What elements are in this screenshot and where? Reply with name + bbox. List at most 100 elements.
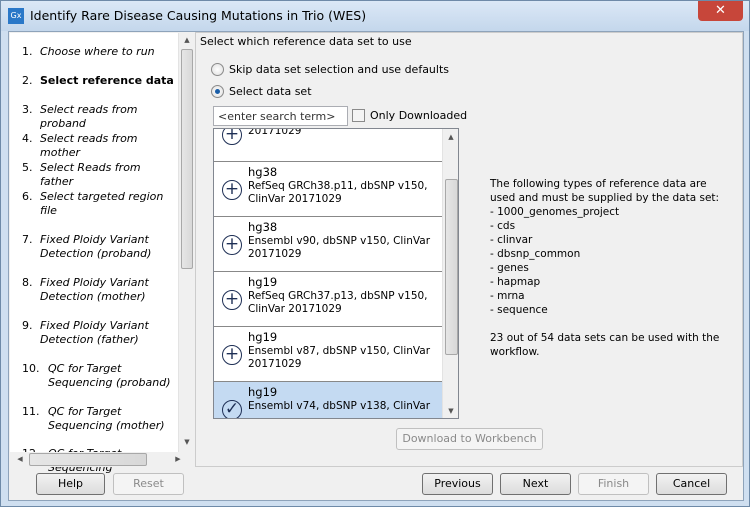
next-button[interactable]: Next [500, 473, 571, 495]
plus-circle-icon: + [222, 129, 242, 145]
step-item[interactable]: 2. Select reference data set [22, 74, 190, 88]
step-label: Choose where to run [40, 45, 155, 58]
scroll-up-arrow[interactable]: ▲ [179, 36, 195, 44]
step-item[interactable]: 6. Select targeted region file [22, 190, 170, 218]
dataset-line2: ClinVar 20171029 [248, 193, 342, 205]
step-label: QC for Target Sequencing (mother) [48, 405, 165, 432]
check-circle-icon: ✓ [222, 400, 242, 418]
only-downloaded-label[interactable]: Only Downloaded [370, 109, 467, 122]
scroll-thumb[interactable] [29, 453, 147, 466]
step-label: Fixed Ploidy Variant Detection (mother) [40, 276, 149, 303]
dataset-item[interactable]: + hg38 Ensembl v90, dbSNP v150, ClinVar 20… [214, 217, 442, 272]
reference-type: - clinvar [490, 234, 533, 246]
scroll-thumb[interactable] [445, 179, 458, 355]
dataset-name: hg38 [248, 165, 278, 179]
dataset-line2: 20171029 [248, 358, 302, 370]
dataset-name: hg19 [248, 330, 278, 344]
step-label: QC for Target Sequencing (proband) [48, 362, 171, 389]
step-item[interactable]: 8. Fixed Ploidy Variant Detection (mother… [22, 276, 170, 304]
dialog-window: Gx Identify Rare Disease Causing Mutatio… [0, 0, 750, 507]
reference-type: - sequence [490, 304, 548, 316]
title-bar: Gx Identify Rare Disease Causing Mutatio… [1, 1, 749, 31]
step-number: 7. [22, 233, 33, 246]
close-button[interactable]: ✕ [698, 1, 743, 21]
step-label: Select reference data set [40, 74, 190, 87]
sidebar-vertical-scrollbar[interactable]: ▲ ▼ [178, 33, 194, 452]
dataset-item[interactable]: + hg19 RefSeq GRCh37.p13, dbSNP v150, Clin… [214, 272, 442, 327]
steps-sidebar: 1. Choose where to run 2. Select reference … [10, 33, 194, 474]
step-number: 5. [22, 161, 33, 174]
help-button[interactable]: Help [36, 473, 105, 495]
dataset-item[interactable]: + Ensembl v91, dbSNP v150, ClinVar201710… [214, 129, 442, 162]
step-label: Select targeted region file [40, 190, 164, 217]
step-label: Select reads from mother [40, 132, 138, 159]
info-count: 23 out of 54 data sets can be used with … [490, 332, 720, 358]
select-dataset-radio-label[interactable]: Select data set [229, 85, 312, 98]
scroll-up-arrow[interactable]: ▲ [443, 133, 458, 141]
step-number: 8. [22, 276, 33, 289]
step-number: 11. [22, 405, 40, 418]
reference-type: - dbsnp_common [490, 248, 581, 260]
section-heading: Select which reference data set to use [200, 35, 412, 48]
step-item[interactable]: 7. Fixed Ploidy Variant Detection (proban… [22, 233, 170, 261]
reset-button[interactable]: Reset [113, 473, 184, 495]
scroll-down-arrow[interactable]: ▼ [443, 407, 458, 415]
scroll-right-arrow[interactable]: ▶ [170, 455, 186, 463]
step-number: 10. [22, 362, 40, 375]
only-downloaded-checkbox[interactable] [352, 109, 365, 122]
reference-type: - hapmap [490, 276, 541, 288]
reference-type: - cds [490, 220, 516, 232]
plus-circle-icon: + [222, 180, 242, 200]
dataset-line1: Ensembl v87, dbSNP v150, ClinVar [248, 344, 431, 357]
dataset-line1: Ensembl v74, dbSNP v138, ClinVar [248, 399, 431, 412]
skip-radio[interactable] [211, 63, 224, 76]
step-label: Fixed Ploidy Variant Detection (proband) [40, 233, 152, 260]
step-number: 2. [22, 74, 33, 87]
step-number: 3. [22, 103, 33, 116]
sidebar-horizontal-scrollbar[interactable]: ◀ ▶ [10, 452, 194, 467]
step-item[interactable]: 9. Fixed Ploidy Variant Detection (father… [22, 319, 170, 347]
scroll-down-arrow[interactable]: ▼ [179, 438, 195, 446]
search-input[interactable]: <enter search term> [213, 106, 348, 126]
dataset-name: hg38 [248, 220, 278, 234]
finish-button[interactable]: Finish [578, 473, 649, 495]
step-item[interactable]: 5. Select Reads from father [22, 161, 170, 189]
previous-button[interactable]: Previous [422, 473, 493, 495]
dataset-item[interactable]: + hg19 Ensembl v87, dbSNP v150, ClinVar 20… [214, 327, 442, 382]
select-dataset-radio[interactable] [211, 85, 224, 98]
dataset-line1: RefSeq GRCh37.p13, dbSNP v150, [248, 289, 428, 302]
list-vertical-scrollbar[interactable]: ▲ ▼ [442, 129, 458, 418]
dataset-line2: ClinVar 20171029 [248, 303, 342, 315]
step-item[interactable]: 11. QC for Target Sequencing (mother) [22, 405, 178, 433]
dataset-item[interactable]: ✓ hg19 Ensembl v74, dbSNP v138, ClinVar [214, 382, 442, 418]
app-icon: Gx [8, 8, 24, 24]
step-number: 4. [22, 132, 33, 145]
step-label: Select Reads from father [40, 161, 141, 188]
reference-type: - genes [490, 262, 529, 274]
step-number: 6. [22, 190, 33, 203]
cancel-button[interactable]: Cancel [656, 473, 727, 495]
reference-type: - 1000_genomes_project [490, 206, 620, 218]
step-item[interactable]: 3. Select reads from proband [22, 103, 170, 131]
download-to-workbench-button[interactable]: Download to Workbench [396, 428, 543, 450]
step-number: 9. [22, 319, 33, 332]
dataset-line1: Ensembl v90, dbSNP v150, ClinVar [248, 234, 431, 247]
dataset-item[interactable]: + hg38 RefSeq GRCh38.p11, dbSNP v150, Clin… [214, 162, 442, 217]
dataset-list: ✓ hg19 Ensembl v74, dbSNP v138, ClinVar + … [213, 128, 459, 419]
reference-info: The following types of reference data ar… [490, 177, 720, 359]
main-panel: Select which reference data set to use S… [195, 32, 743, 467]
step-item[interactable]: 10. QC for Target Sequencing (proband) [22, 362, 178, 390]
info-intro: The following types of reference data ar… [490, 178, 720, 204]
dataset-line2: 20171029 [248, 248, 302, 260]
scroll-thumb[interactable] [181, 49, 193, 269]
step-item[interactable]: 4. Select reads from mother [22, 132, 170, 160]
dataset-name: hg19 [248, 385, 278, 399]
reference-type: - mrna [490, 290, 525, 302]
plus-circle-icon: + [222, 345, 242, 365]
step-item[interactable]: 1. Choose where to run [22, 45, 170, 59]
dataset-name: hg19 [248, 275, 278, 289]
skip-radio-label[interactable]: Skip data set selection and use defaults [229, 63, 449, 76]
scroll-left-arrow[interactable]: ◀ [12, 455, 28, 463]
dataset-line1: RefSeq GRCh38.p11, dbSNP v150, [248, 179, 428, 192]
plus-circle-icon: + [222, 290, 242, 310]
